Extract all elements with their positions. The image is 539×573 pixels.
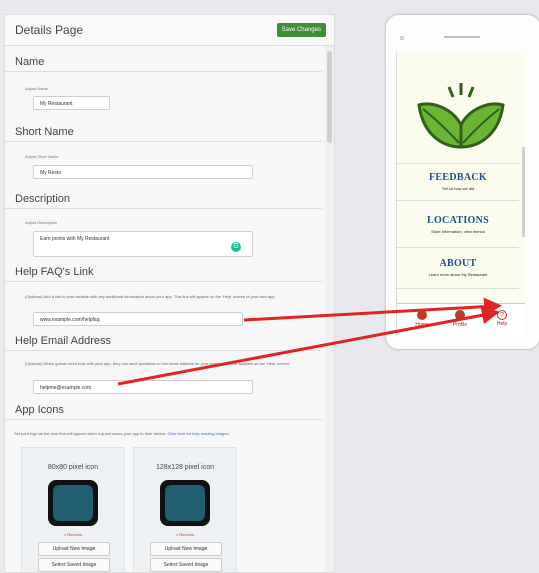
name-label: Adjust Name [25, 86, 48, 91]
tab-label: Profile [452, 322, 468, 328]
icon-card-title: 128x128 pixel icon [156, 464, 214, 471]
description-textarea[interactable]: Earn points with My Restaurant [33, 231, 253, 257]
phone-preview: FEEDBACK Tell us how we did LOCATIONS St… [385, 14, 539, 350]
save-changes-button[interactable]: Save Changes [276, 23, 326, 37]
menu-sub: Store information, view menus [431, 229, 485, 234]
details-panel: Details Page Save Changes Name Adjust Na… [4, 14, 335, 573]
scrollbar-thumb[interactable] [327, 51, 332, 143]
name-input[interactable]: My Restaurant [33, 96, 110, 110]
icon-card-title: 80x80 pixel icon [47, 464, 99, 471]
tab-label: Home [415, 322, 429, 328]
help-email-input[interactable]: helpme@example.com [33, 380, 253, 394]
phone-scrollbar[interactable] [522, 147, 525, 237]
help-email-helptext: (Optional) When guests need help with yo… [25, 361, 291, 366]
short-name-label: Adjust Short Name [25, 154, 59, 159]
help-faq-heading: Help FAQ's Link [5, 266, 322, 282]
menu-title: ABOUT [439, 258, 477, 269]
menu-item-feedback[interactable]: FEEDBACK Tell us how we did [397, 163, 519, 198]
app-icons-help: Set your logo as the icon that will appe… [14, 431, 167, 436]
upload-new-image-button[interactable]: Upload New Image [150, 542, 222, 556]
tab-home[interactable]: Home [407, 310, 437, 328]
icon-card-80: 80x80 pixel icon × Remove Upload New Ima… [21, 447, 125, 572]
help-faq-helptext: (Optional) Add a link to your website wi… [25, 294, 276, 299]
tab-bar: Home Profile ? Help [397, 303, 525, 337]
tab-profile[interactable]: Profile [445, 310, 475, 328]
menu-item-locations[interactable]: LOCATIONS Store information, view menus [397, 200, 519, 245]
description-label: Adjust Description [25, 220, 58, 225]
home-icon [417, 310, 427, 320]
tab-label: Help [496, 321, 508, 327]
help-email-heading: Help Email Address [5, 335, 322, 351]
help-faq-input[interactable]: www.example.com/helpfaq [33, 312, 243, 326]
app-icon-128 [160, 480, 210, 526]
fork-knife-icon [165, 485, 205, 521]
app-icons-heading: App Icons [5, 404, 322, 420]
fork-knife-icon [53, 485, 93, 521]
menu-title: FEEDBACK [429, 172, 487, 183]
remove-link[interactable]: × Remove [134, 532, 236, 537]
speaker-icon [444, 36, 480, 38]
short-name-heading: Short Name [5, 126, 322, 142]
phone-screen: FEEDBACK Tell us how we did LOCATIONS St… [396, 51, 525, 337]
short-name-input[interactable]: My Resto [33, 165, 253, 179]
select-saved-image-button[interactable]: Select Saved Image [150, 558, 222, 572]
tab-help[interactable]: ? Help [487, 310, 517, 327]
upload-new-image-button[interactable]: Upload New Image [38, 542, 110, 556]
icon-card-128: 128x128 pixel icon × Remove Upload New I… [133, 447, 237, 572]
leaf-logo-icon [417, 83, 505, 149]
profile-icon [455, 310, 465, 320]
name-heading: Name [5, 56, 322, 72]
app-icon-80 [48, 480, 98, 526]
remove-link[interactable]: × Remove [22, 532, 124, 537]
panel-header: Details Page Save Changes [5, 15, 334, 46]
resize-help-link[interactable]: Click here for help resizing images. [167, 431, 229, 436]
select-saved-image-button[interactable]: Select Saved Image [38, 558, 110, 572]
menu-title: LOCATIONS [427, 215, 489, 226]
menu-sub: Learn more about My Restaurant [428, 272, 488, 277]
app-icons-helptext: Set your logo as the icon that will appe… [14, 431, 324, 436]
description-value: Earn points with My Restaurant [40, 236, 110, 242]
menu-sub: Tell us how we did [441, 186, 475, 191]
camera-icon [400, 36, 404, 40]
grammarly-icon[interactable]: G [231, 242, 241, 252]
menu-item-about[interactable]: ABOUT Learn more about My Restaurant [397, 247, 519, 289]
help-icon: ? [497, 310, 507, 320]
description-heading: Description [5, 193, 322, 209]
page-title: Details Page [15, 23, 84, 37]
